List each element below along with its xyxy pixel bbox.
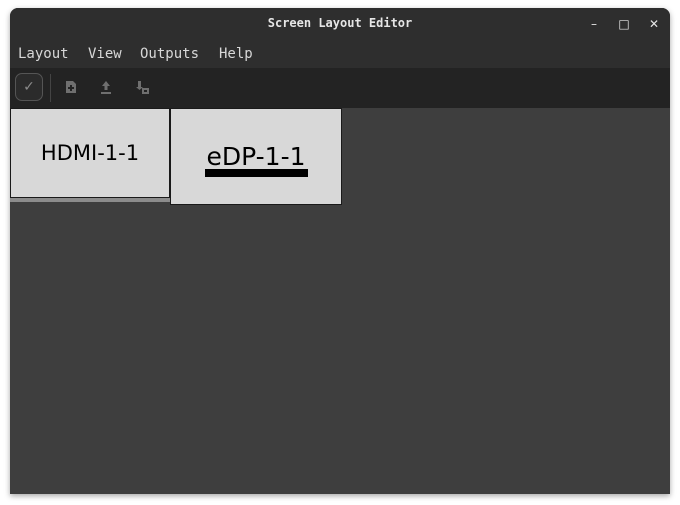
toolbar-separator (50, 74, 51, 102)
app-window: Screen Layout Editor – □ ✕ Layout View O… (10, 8, 670, 494)
check-icon: ✓ (23, 79, 35, 95)
output-label: eDP-1-1 (206, 142, 306, 171)
window-title: Screen Layout Editor (267, 16, 413, 30)
output-label: HDMI-1-1 (40, 141, 140, 165)
menu-help[interactable]: Help (219, 46, 253, 62)
apply-button[interactable]: ✓ (15, 73, 43, 101)
menu-bar: Layout View Outputs Help (10, 44, 670, 68)
toolbar: ✓ (10, 68, 670, 108)
open-layout-button[interactable] (97, 78, 115, 96)
open-layout-icon (101, 81, 111, 94)
save-layout-icon (136, 81, 149, 94)
primary-output-indicator (205, 169, 308, 177)
maximize-button[interactable]: □ (616, 16, 632, 32)
output-hdmi-1-1-shadow (10, 198, 170, 202)
new-layout-icon (66, 81, 76, 93)
menu-outputs[interactable]: Outputs (140, 46, 199, 62)
title-bar[interactable]: Screen Layout Editor – □ ✕ (10, 8, 670, 40)
output-hdmi-1-1[interactable]: HDMI-1-1 (10, 108, 170, 198)
minimize-button[interactable]: – (586, 16, 602, 32)
menu-view[interactable]: View (88, 46, 122, 62)
save-layout-button[interactable] (134, 78, 152, 96)
close-button[interactable]: ✕ (646, 16, 662, 32)
new-layout-button[interactable] (62, 78, 80, 96)
menu-layout[interactable]: Layout (18, 46, 69, 62)
layout-canvas[interactable]: HDMI-1-1 eDP-1-1 (10, 108, 670, 494)
output-edp-1-1[interactable]: eDP-1-1 (170, 108, 342, 205)
